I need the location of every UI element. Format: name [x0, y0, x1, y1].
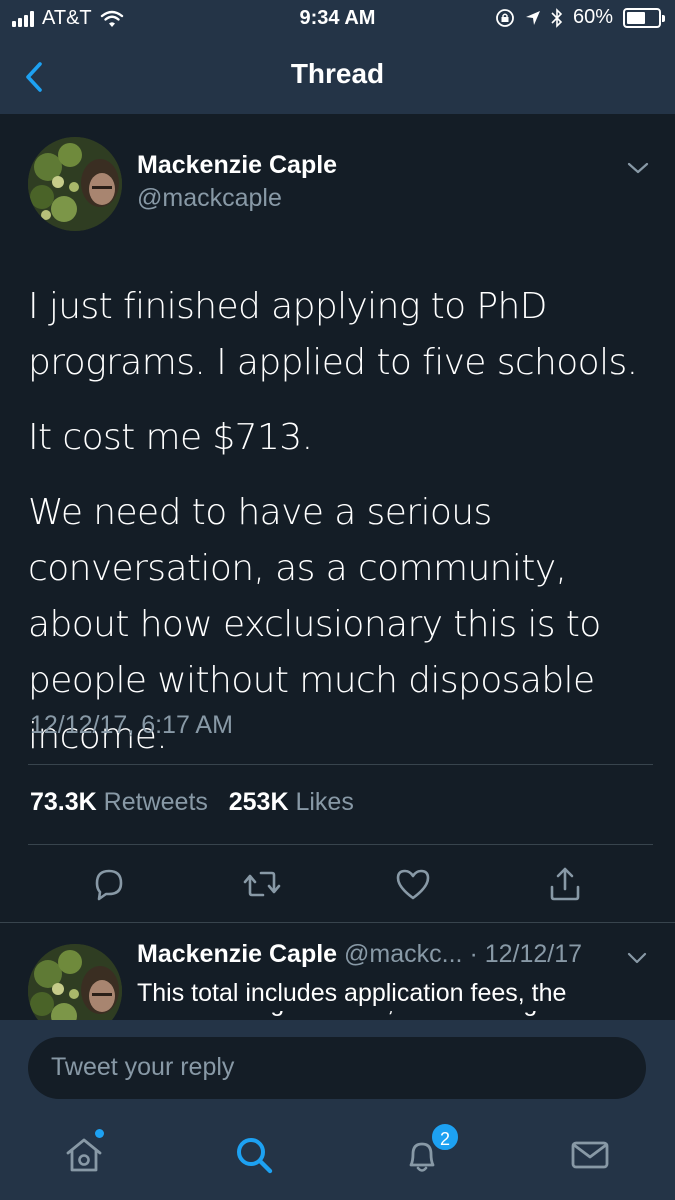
tweet-paragraph: It cost me $713. [28, 417, 313, 458]
status-right: 60% [495, 6, 665, 29]
reply-date: · 12/12/17 [469, 940, 583, 968]
likes-label[interactable]: Likes [295, 788, 353, 816]
bluetooth-icon [551, 7, 563, 28]
reply-text: This total includes application fees, th… [137, 979, 567, 1007]
chevron-down-icon[interactable] [626, 951, 648, 965]
status-bar: AT&T 9:34 AM 60% [0, 0, 675, 40]
like-icon[interactable] [393, 864, 433, 904]
author-handle[interactable]: @mackcaple [137, 184, 282, 213]
lock-rotation-icon [496, 8, 514, 27]
reply-text-second-line: cost of taking the GRE, and sending [137, 1011, 647, 1020]
likes-count[interactable]: 253K [229, 788, 289, 816]
avatar-image [28, 137, 122, 231]
compose-placeholder: Tweet your reply [51, 1053, 235, 1081]
divider [28, 764, 653, 765]
home-new-indicator [95, 1129, 104, 1138]
author-name[interactable]: Mackenzie Caple [137, 151, 337, 180]
location-icon [525, 10, 540, 25]
reply-icon[interactable] [89, 864, 129, 904]
battery-icon [623, 7, 665, 28]
battery-percent: 60% [572, 6, 613, 28]
reply-text-clipped: cost of taking the GRE, and sending [137, 1011, 647, 1020]
tweet-text: I just finished applying to PhD programs… [28, 279, 648, 784]
divider [28, 844, 653, 845]
avatar[interactable] [28, 137, 122, 231]
tweet-stats: 73.3K Retweets 253K Likes [30, 788, 354, 817]
reply-compose-field[interactable]: Tweet your reply [28, 1037, 646, 1099]
messages-icon[interactable] [568, 1133, 612, 1177]
divider [0, 922, 675, 923]
battery-level [627, 11, 645, 24]
retweets-count[interactable]: 73.3K [30, 788, 97, 816]
retweets-label[interactable]: Retweets [104, 788, 208, 816]
page-title: Thread [290, 58, 385, 89]
tweet-timestamp: 12/12/17, 6:17 AM [30, 711, 233, 739]
chevron-down-icon[interactable] [626, 160, 650, 176]
share-icon[interactable] [545, 864, 585, 904]
reply-header: Mackenzie Caple @mackc... · 12/12/17 [137, 940, 582, 969]
retweet-icon[interactable] [242, 864, 282, 904]
reply-author-name[interactable]: Mackenzie Caple [137, 940, 337, 968]
reply-author-handle[interactable]: @mackc... [344, 940, 462, 968]
home-icon[interactable] [62, 1133, 106, 1177]
search-icon[interactable] [232, 1133, 276, 1177]
tweet-paragraph: I just finished applying to PhD programs… [28, 286, 638, 383]
notifications-badge: 2 [430, 1122, 460, 1152]
